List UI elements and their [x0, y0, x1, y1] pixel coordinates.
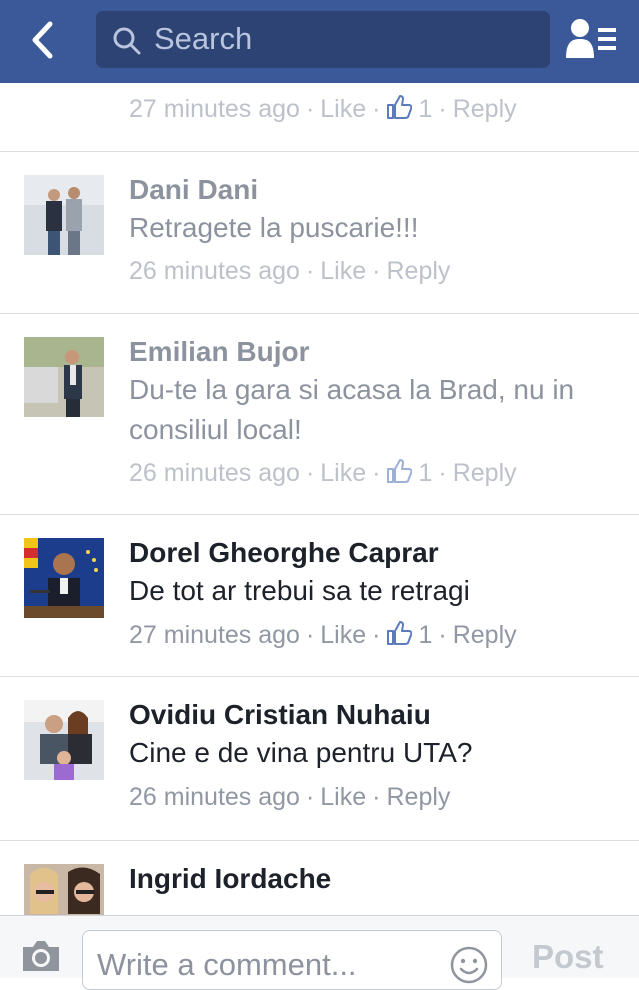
search-field[interactable]: [96, 11, 550, 68]
search-icon: [113, 27, 141, 55]
comment-time: 26 minutes ago: [129, 257, 300, 285]
friend-requests-icon: [566, 19, 616, 58]
avatar[interactable]: [24, 175, 104, 255]
comment-meta: 26 minutes ago · Like · Reply: [129, 783, 451, 811]
thumbs-up-icon: [387, 621, 413, 645]
comment-text: Retragete la puscarie!!!: [129, 212, 419, 243]
like-link[interactable]: Like: [320, 783, 366, 811]
reply-link[interactable]: Reply: [453, 621, 517, 649]
back-button[interactable]: [22, 18, 66, 62]
search-input[interactable]: [154, 19, 534, 59]
camera-icon: [23, 941, 59, 971]
like-count: 1: [418, 459, 433, 487]
top-navigation-bar: [0, 0, 639, 83]
like-link[interactable]: Like: [320, 459, 366, 487]
comment-meta: 26 minutes ago · Like · 1 · Reply: [129, 459, 517, 487]
separator: [0, 840, 639, 841]
avatar[interactable]: [24, 538, 104, 618]
commenter-name[interactable]: Ovidiu Cristian Nuhaiu: [129, 699, 431, 731]
commenter-name[interactable]: Emilian Bujor: [129, 336, 309, 368]
thumbs-up-icon: [387, 95, 413, 119]
comment-meta: 27 minutes ago · Like · 1 · Reply: [129, 621, 517, 649]
reply-link[interactable]: Reply: [386, 257, 450, 285]
separator: [0, 514, 639, 515]
friend-requests-button[interactable]: [564, 16, 620, 62]
camera-button[interactable]: [20, 938, 62, 974]
separator: [0, 151, 639, 152]
avatar[interactable]: [24, 700, 104, 780]
comment-time: 26 minutes ago: [129, 783, 300, 811]
like-count: 1: [418, 95, 433, 123]
thumbs-up-icon: [387, 459, 413, 483]
commenter-name[interactable]: Dorel Gheorghe Caprar: [129, 537, 439, 569]
commenter-name[interactable]: Dani Dani: [129, 174, 258, 206]
chevron-left-icon: [32, 21, 53, 59]
reply-link[interactable]: Reply: [453, 95, 517, 123]
avatar[interactable]: [24, 337, 104, 417]
comment-box[interactable]: [82, 930, 502, 990]
comment-input[interactable]: [97, 945, 427, 985]
reply-link[interactable]: Reply: [386, 783, 450, 811]
comment-text: De tot ar trebui sa te retragi: [129, 575, 470, 606]
reply-link[interactable]: Reply: [453, 459, 517, 487]
separator: [0, 313, 639, 314]
like-link[interactable]: Like: [320, 257, 366, 285]
smiley-icon[interactable]: [449, 945, 489, 985]
comment-time: 26 minutes ago: [129, 459, 300, 487]
like-link[interactable]: Like: [320, 95, 366, 123]
comment-meta: 27 minutes ago · Like · 1 · Reply: [129, 95, 517, 123]
comment-time: 27 minutes ago: [129, 95, 300, 123]
like-count: 1: [418, 621, 433, 649]
post-button[interactable]: Post: [532, 938, 604, 976]
like-link[interactable]: Like: [320, 621, 366, 649]
comment-time: 27 minutes ago: [129, 621, 300, 649]
comment-composer: Post: [0, 915, 639, 990]
separator: [0, 676, 639, 677]
comment-meta: 26 minutes ago · Like · Reply: [129, 257, 451, 285]
avatar[interactable]: [24, 864, 104, 915]
comment-text: Cine e de vina pentru UTA?: [129, 737, 473, 768]
comment-list: 27 minutes ago · Like · 1 · Reply Dani Dani Re…: [0, 83, 639, 915]
comment-text: Du-te la gara si acasa la Brad, nu in co…: [129, 374, 575, 445]
commenter-name[interactable]: Ingrid Iordache: [129, 863, 331, 895]
